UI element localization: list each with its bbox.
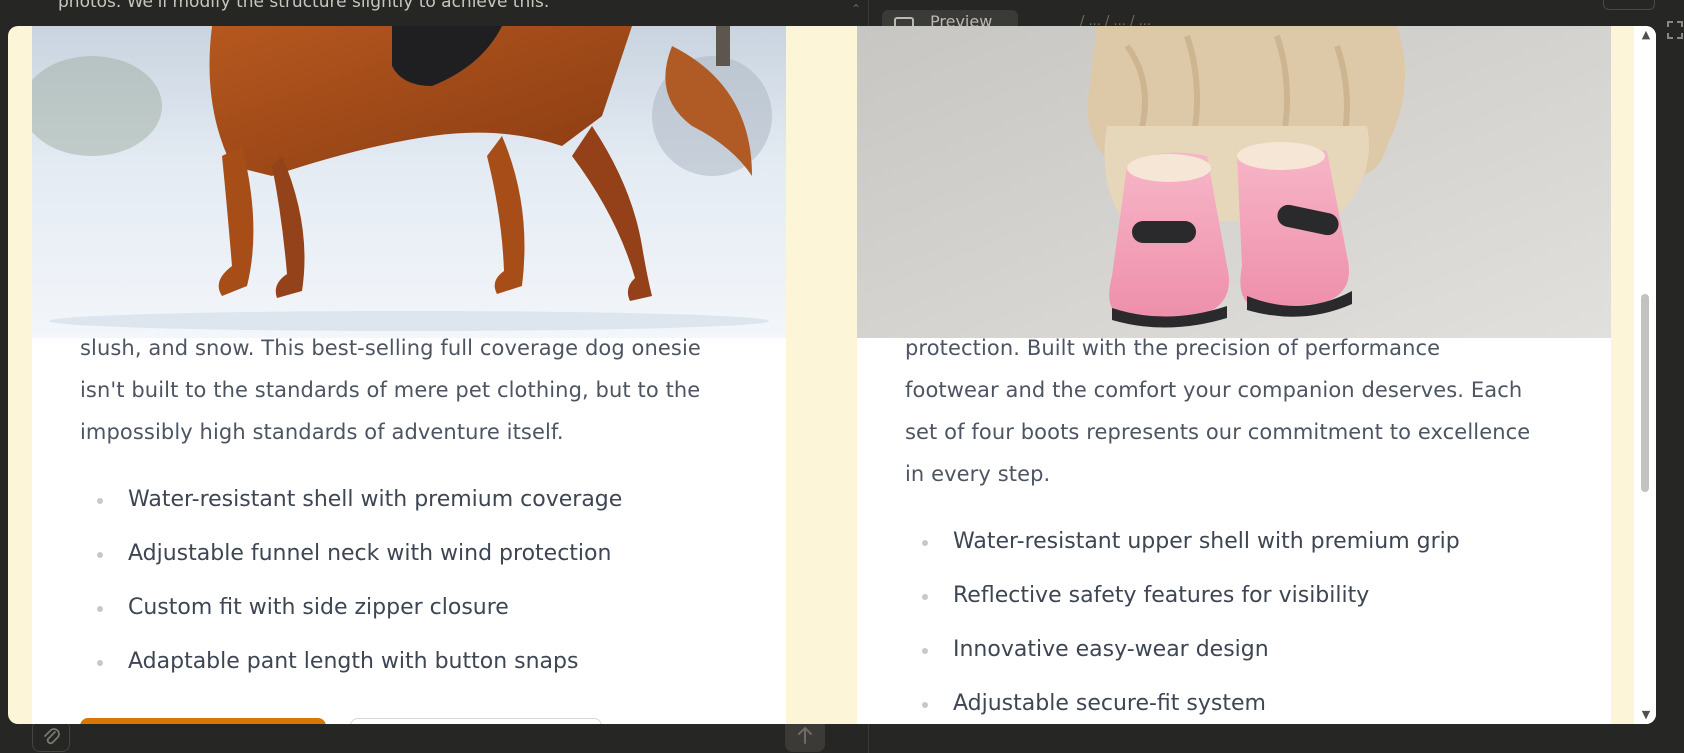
expand-icon[interactable]	[1666, 20, 1684, 40]
secondary-action-button[interactable]	[350, 718, 602, 724]
description-line: footwear and the comfort your companion …	[905, 378, 1523, 402]
bullet-icon	[922, 594, 928, 600]
product-card-onesie: slush, and snow. This best-selling full …	[32, 26, 786, 724]
background-chat-text: photos. We'll modify the structure sligh…	[58, 0, 550, 12]
feature-item: Water-resistant upper shell with premium…	[905, 515, 1585, 569]
feature-text: Adaptable pant length with button snaps	[128, 649, 579, 674]
product-description: slush, and snow. This best-selling full …	[80, 327, 760, 453]
feature-text: Custom fit with side zipper closure	[128, 595, 509, 620]
feature-item: Water-resistant shell with premium cover…	[80, 473, 760, 527]
bullet-icon	[97, 606, 103, 612]
description-line: protection. Built with the precision of …	[905, 336, 1441, 360]
description-line: isn't built to the standards of mere pet…	[80, 378, 701, 402]
primary-action-button[interactable]	[80, 718, 326, 724]
feature-item: Adjustable secure-fit system	[905, 677, 1585, 724]
bullet-icon	[922, 702, 928, 708]
feature-item: Reflective safety features for visibilit…	[905, 569, 1585, 623]
feature-item: Innovative easy-wear design	[905, 623, 1585, 677]
feature-list: Water-resistant upper shell with premium…	[905, 515, 1585, 724]
feature-text: Adjustable secure-fit system	[953, 691, 1266, 716]
feature-text: Adjustable funnel neck with wind protect…	[128, 541, 612, 566]
bullet-icon	[922, 648, 928, 654]
bullet-icon	[97, 498, 103, 504]
feature-list: Water-resistant shell with premium cover…	[80, 473, 760, 689]
feature-text: Innovative easy-wear design	[953, 637, 1269, 662]
bullet-icon	[97, 552, 103, 558]
feature-text: Water-resistant shell with premium cover…	[128, 487, 623, 512]
description-line: slush, and snow. This best-selling full …	[80, 336, 701, 360]
feature-text: Reflective safety features for visibilit…	[953, 583, 1370, 608]
feature-item: Custom fit with side zipper closure	[80, 581, 760, 635]
bullet-icon	[97, 660, 103, 666]
scrollbar-thumb[interactable]	[1641, 294, 1649, 492]
product-image-dog-boots	[857, 26, 1611, 338]
chevron-down-icon[interactable]: ▼	[1639, 708, 1653, 722]
product-details: protection. Built with the precision of …	[905, 327, 1585, 724]
description-line: in every step.	[905, 462, 1051, 486]
attach-button[interactable]	[32, 720, 70, 752]
feature-item: Adaptable pant length with button snaps	[80, 635, 760, 689]
arrow-up-icon	[798, 726, 812, 744]
description-line: impossibly high standards of adventure i…	[80, 420, 564, 444]
product-details: slush, and snow. This best-selling full …	[80, 327, 760, 689]
product-image-dog-in-snow	[32, 26, 786, 338]
background-scroll-up-icon[interactable]: ⌃	[851, 2, 861, 16]
feature-text: Water-resistant upper shell with premium…	[953, 529, 1460, 554]
bullet-icon	[922, 540, 928, 546]
feature-item: Adjustable funnel neck with wind protect…	[80, 527, 760, 581]
chevron-up-icon[interactable]: ▲	[1639, 28, 1653, 42]
product-card-boots: protection. Built with the precision of …	[857, 26, 1611, 724]
description-line: set of four boots represents our commitm…	[905, 420, 1531, 444]
product-description: protection. Built with the precision of …	[905, 327, 1585, 495]
paperclip-icon	[44, 728, 60, 745]
preview-modal: slush, and snow. This best-selling full …	[8, 26, 1656, 724]
background-top-right-button[interactable]	[1603, 0, 1655, 10]
